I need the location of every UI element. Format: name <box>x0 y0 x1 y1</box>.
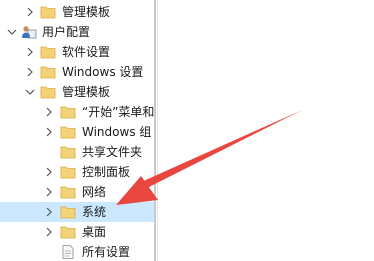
folder-icon <box>60 126 76 139</box>
chevron-right-icon[interactable] <box>43 186 55 198</box>
folder-icon <box>40 66 56 79</box>
tree-item-shared-folders[interactable]: 共享文件夹 <box>0 142 154 162</box>
tree-item-admin-templates-user[interactable]: 管理模板 <box>0 82 154 102</box>
folder-icon <box>60 186 76 199</box>
folder-icon <box>60 206 76 219</box>
tree-item-user-config[interactable]: 用户配置 <box>0 22 154 42</box>
tree-item-label: Windows 设置 <box>62 65 144 79</box>
tree-item-network[interactable]: 网络 <box>0 182 154 202</box>
settings-page-icon <box>62 245 74 259</box>
tree-item-label: 所有设置 <box>82 245 131 259</box>
chevron-right-icon[interactable] <box>24 66 36 78</box>
tree-item-label: 管理模板 <box>62 85 111 99</box>
tree-item-label: 网络 <box>82 185 107 199</box>
policy-tree: 管理模板 用户配置 软件设置 Windows 设置 管理模板 “开始”菜单和 W… <box>0 0 154 261</box>
tree-item-label: 软件设置 <box>62 45 111 59</box>
tree-item-system[interactable]: 系统 <box>0 202 154 222</box>
folder-icon <box>40 86 56 99</box>
tree-item-windows-components[interactable]: Windows 组 <box>0 122 154 142</box>
tree-item-all-settings[interactable]: 所有设置 <box>0 242 154 261</box>
tree-item-label: 管理模板 <box>62 5 111 19</box>
chevron-right-icon[interactable] <box>24 6 36 18</box>
user-config-icon <box>22 26 37 39</box>
folder-icon <box>60 146 76 159</box>
folder-icon <box>40 46 56 59</box>
chevron-right-icon[interactable] <box>43 206 55 218</box>
tree-item-label: 用户配置 <box>42 25 91 39</box>
tree-item-admin-templates-computer[interactable]: 管理模板 <box>0 2 154 22</box>
folder-icon <box>60 226 76 239</box>
tree-item-label: Windows 组 <box>82 125 152 139</box>
chevron-right-icon[interactable] <box>43 126 55 138</box>
chevron-right-icon[interactable] <box>24 46 36 58</box>
tree-item-label: 控制面板 <box>82 165 131 179</box>
pane-splitter[interactable] <box>154 0 156 261</box>
folder-icon <box>60 166 76 179</box>
tree-item-software-settings[interactable]: 软件设置 <box>0 42 154 62</box>
tree-item-control-panel[interactable]: 控制面板 <box>0 162 154 182</box>
chevron-down-icon[interactable] <box>6 26 18 38</box>
chevron-right-icon[interactable] <box>43 106 55 118</box>
details-pane <box>158 0 374 261</box>
tree-item-desktop[interactable]: 桌面 <box>0 222 154 242</box>
tree-item-label: 共享文件夹 <box>82 145 143 159</box>
chevron-down-icon[interactable] <box>24 86 36 98</box>
tree-item-label: “开始”菜单和 <box>82 105 154 119</box>
chevron-right-icon[interactable] <box>43 226 55 238</box>
tree-item-label: 桌面 <box>82 225 107 239</box>
folder-icon <box>40 6 56 19</box>
folder-icon <box>60 106 76 119</box>
chevron-right-icon[interactable] <box>43 166 55 178</box>
tree-item-windows-settings[interactable]: Windows 设置 <box>0 62 154 82</box>
tree-item-start-menu[interactable]: “开始”菜单和 <box>0 102 154 122</box>
tree-item-label: 系统 <box>82 205 107 219</box>
